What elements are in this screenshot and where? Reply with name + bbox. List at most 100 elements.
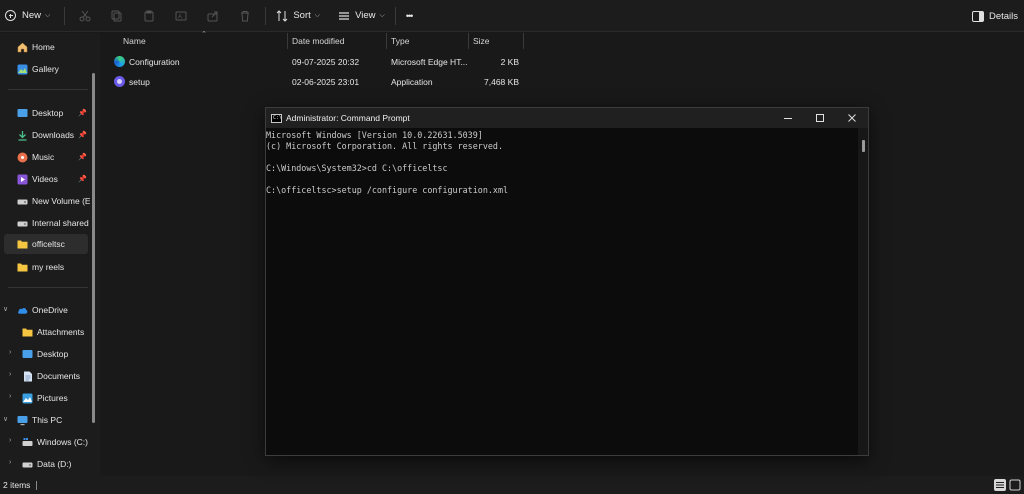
sidebar-item-label: my reels xyxy=(32,262,65,272)
sidebar-item-label: Desktop xyxy=(32,108,64,118)
command-prompt-window[interactable]: C:\ Administrator: Command Prompt Micros… xyxy=(265,107,869,456)
view-button-label: View xyxy=(355,10,376,21)
file-size: 2 KB xyxy=(500,57,519,67)
sidebar-divider xyxy=(8,287,88,288)
sidebar-item-label: This PC xyxy=(32,415,63,425)
new-button[interactable]: New ⌵ xyxy=(0,4,56,28)
share-button[interactable] xyxy=(201,4,225,28)
paste-button[interactable] xyxy=(137,4,161,28)
details-view-icon xyxy=(996,482,1004,488)
sidebar-item-documents[interactable]: Documents xyxy=(0,366,90,386)
chevron-down-icon: ⌵ xyxy=(45,11,51,19)
details-pane-label: Details xyxy=(988,10,1018,22)
toolbar-divider xyxy=(265,6,267,25)
maximize-icon xyxy=(816,114,824,122)
minimize-button[interactable] xyxy=(772,108,804,128)
sidebar-item-windows-c[interactable]: Windows (C:) xyxy=(0,432,90,452)
column-divider[interactable] xyxy=(287,33,288,49)
rename-button[interactable]: A xyxy=(169,4,193,28)
sidebar-item-gallery[interactable]: Gallery xyxy=(0,59,90,79)
cmd-console-output[interactable]: Microsoft Windows [Version 10.0.22631.50… xyxy=(266,128,858,455)
column-header-name[interactable]: Name xyxy=(123,33,288,49)
sidebar-item-pictures[interactable]: Pictures xyxy=(0,388,90,408)
column-header-type[interactable]: Type xyxy=(391,33,469,49)
column-header-date[interactable]: Date modified xyxy=(292,33,387,49)
sort-icon xyxy=(276,9,288,22)
sidebar-item-officeltsc[interactable]: officeltsc xyxy=(4,234,88,254)
sort-button-label: Sort xyxy=(293,10,311,21)
file-type: Application xyxy=(391,77,433,87)
sidebar-item-label: Pictures xyxy=(37,393,68,403)
copy-button[interactable] xyxy=(105,4,129,28)
chevron-down-icon: ⌵ xyxy=(314,11,321,19)
sidebar-item-desktop[interactable]: Desktop 📌 xyxy=(0,103,90,123)
sidebar-item-music[interactable]: Music 📌 xyxy=(0,147,90,167)
sidebar-item-videos[interactable]: Videos 📌 xyxy=(0,169,90,189)
computer-icon xyxy=(17,415,28,426)
column-header-size[interactable]: Size xyxy=(473,33,523,49)
desktop-icon xyxy=(22,349,33,360)
maximize-button[interactable] xyxy=(804,108,836,128)
view-button[interactable]: View ⌵ xyxy=(332,4,391,28)
share-icon xyxy=(207,11,218,21)
sort-button[interactable]: Sort ⌵ xyxy=(270,4,326,28)
tiles-view-button[interactable] xyxy=(1009,479,1021,491)
drive-icon xyxy=(17,196,28,207)
pin-icon: 📌 xyxy=(78,154,87,161)
documents-icon xyxy=(22,371,33,382)
minimize-icon xyxy=(784,117,792,119)
cmd-title-bar[interactable]: C:\ Administrator: Command Prompt xyxy=(266,108,868,128)
sidebar-item-this-pc[interactable]: This PC xyxy=(0,410,90,430)
console-line: C:\Windows\System32>cd C:\officeltsc xyxy=(266,163,448,173)
home-icon xyxy=(17,42,28,53)
sidebar-item-new-volume[interactable]: New Volume (E:) xyxy=(0,191,90,211)
file-date: 09-07-2025 20:32 xyxy=(292,57,360,67)
column-divider[interactable] xyxy=(386,33,387,49)
drive-icon xyxy=(22,459,33,470)
cmd-scrollbar-thumb[interactable] xyxy=(862,140,865,152)
sidebar-item-onedrive[interactable]: OneDrive xyxy=(0,300,90,320)
sidebar-item-label: Music xyxy=(32,152,55,162)
sidebar-item-label: Downloads xyxy=(32,130,75,140)
cut-icon xyxy=(79,10,91,21)
sidebar-item-data-d[interactable]: Data (D:) xyxy=(0,454,90,474)
sidebar-divider xyxy=(8,89,88,90)
sidebar-item-label: Gallery xyxy=(32,64,59,74)
windows-drive-icon xyxy=(22,437,33,448)
desktop-icon xyxy=(17,108,28,119)
cmd-window-title: Administrator: Command Prompt xyxy=(286,113,410,123)
view-icon xyxy=(339,11,350,20)
column-divider[interactable] xyxy=(523,33,524,49)
details-pane-button[interactable]: Details xyxy=(971,4,1018,28)
sidebar-scrollbar[interactable] xyxy=(92,73,95,423)
sidebar-item-label: Desktop xyxy=(37,349,69,359)
file-date: 02-06-2025 23:01 xyxy=(292,77,360,87)
delete-button[interactable] xyxy=(233,4,257,28)
tiles-view-icon xyxy=(1009,479,1021,491)
cmd-scrollbar[interactable] xyxy=(858,128,868,455)
sidebar-item-onedrive-desktop[interactable]: Desktop xyxy=(0,344,90,364)
more-options-button[interactable]: ••• xyxy=(400,4,418,28)
setup-app-icon-inner xyxy=(117,79,122,84)
copy-icon xyxy=(111,10,122,21)
details-view-button[interactable] xyxy=(994,479,1006,491)
sidebar-item-downloads[interactable]: Downloads 📌 xyxy=(0,125,90,145)
sidebar-item-home[interactable]: Home xyxy=(0,37,90,57)
close-button[interactable] xyxy=(836,108,868,128)
console-line: Microsoft Windows [Version 10.0.22631.50… xyxy=(266,130,483,140)
column-divider[interactable] xyxy=(468,33,469,49)
column-header-label: Date modified xyxy=(292,36,345,46)
status-bar: 2 items xyxy=(0,476,1024,494)
pin-icon: 📌 xyxy=(78,110,87,117)
sidebar-item-my-reels[interactable]: my reels xyxy=(0,257,90,277)
table-row[interactable]: setup 02-06-2025 23:01 Application 7,468… xyxy=(101,72,601,92)
table-row[interactable]: Configuration 09-07-2025 20:32 Microsoft… xyxy=(101,52,601,72)
close-icon xyxy=(848,114,856,122)
cut-button[interactable] xyxy=(73,4,97,28)
sidebar-item-internal-shared[interactable]: Internal shared s xyxy=(0,213,90,233)
rename-icon: A xyxy=(175,11,187,20)
item-count: 2 items xyxy=(3,480,31,490)
sidebar-item-attachments[interactable]: Attachments xyxy=(0,322,90,342)
download-icon xyxy=(17,130,28,141)
